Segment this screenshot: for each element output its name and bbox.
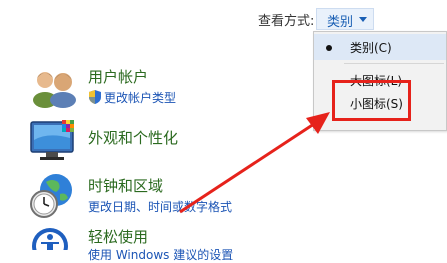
ease-of-access-settings-link[interactable]: 使用 Windows 建议的设置 (88, 246, 233, 263)
view-by-current: 类别 (327, 15, 354, 30)
dropdown-arrow-icon (359, 17, 367, 22)
menu-item-category[interactable]: 类别(C) (314, 34, 446, 60)
menu-separator (344, 63, 444, 64)
monitor-personalization-icon (28, 118, 80, 164)
menu-item-label: 类别(C) (350, 41, 392, 55)
category-user-accounts-title[interactable]: 用户帐户 (88, 66, 148, 87)
uac-shield-icon (88, 89, 102, 104)
users-icon (30, 66, 78, 108)
clock-globe-icon (28, 172, 78, 220)
selected-bullet-icon (326, 45, 332, 51)
ease-of-access-icon (30, 226, 72, 250)
view-by-dropdown[interactable]: 类别 (316, 8, 374, 30)
annotation-arrow-icon (179, 112, 330, 214)
category-ease-of-access-title[interactable]: 轻松使用 (88, 226, 148, 247)
view-by-label: 查看方式: (258, 14, 315, 29)
